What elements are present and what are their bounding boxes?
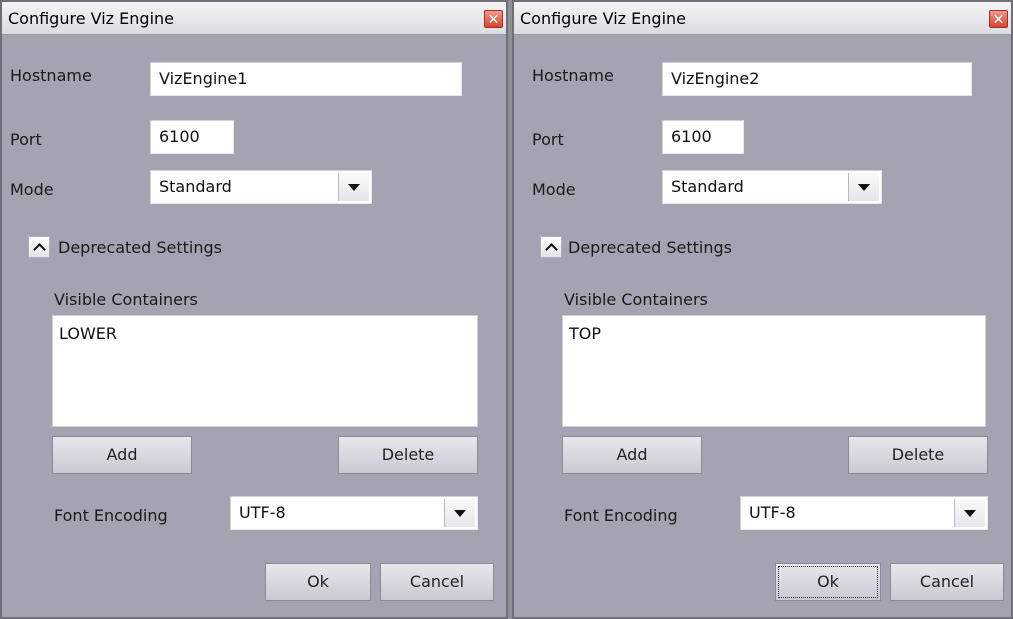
list-item[interactable]: LOWER (59, 324, 117, 343)
port-input[interactable]: 6100 (150, 120, 234, 154)
mode-select[interactable]: Standard (662, 170, 882, 204)
visible-containers-label: Visible Containers (54, 290, 198, 309)
hostname-label: Hostname (532, 66, 614, 85)
list-item[interactable]: TOP (569, 324, 601, 343)
add-button[interactable]: Add (52, 436, 192, 474)
mode-select[interactable]: Standard (150, 170, 372, 204)
collapse-toggle[interactable] (28, 236, 50, 258)
mode-label: Mode (10, 180, 54, 199)
close-icon[interactable]: ✕ (989, 10, 1008, 28)
deprecated-settings-header[interactable]: Deprecated Settings (58, 238, 222, 257)
ok-button[interactable]: Ok (775, 563, 881, 601)
font-encoding-value: UTF-8 (239, 503, 286, 522)
mode-value: Standard (159, 177, 232, 196)
configure-dialog-2: Configure Viz Engine ✕ Hostname VizEngin… (512, 0, 1013, 619)
deprecated-settings-header[interactable]: Deprecated Settings (568, 238, 732, 257)
dialog-title: Configure Viz Engine (520, 9, 686, 28)
hostname-input[interactable]: VizEngine2 (662, 62, 972, 96)
port-label: Port (532, 130, 564, 149)
cancel-button[interactable]: Cancel (380, 563, 494, 601)
chevron-up-icon (32, 242, 46, 256)
delete-button[interactable]: Delete (848, 436, 988, 474)
chevron-down-icon[interactable] (444, 499, 475, 527)
font-encoding-label: Font Encoding (564, 506, 678, 525)
title-bar[interactable]: Configure Viz Engine ✕ (2, 2, 506, 35)
chevron-up-icon (544, 242, 558, 256)
delete-button[interactable]: Delete (338, 436, 478, 474)
hostname-label: Hostname (10, 66, 92, 85)
add-button[interactable]: Add (562, 436, 702, 474)
hostname-input[interactable]: VizEngine1 (150, 62, 462, 96)
mode-value: Standard (671, 177, 744, 196)
font-encoding-select[interactable]: UTF-8 (740, 496, 988, 530)
chevron-down-icon[interactable] (848, 173, 879, 201)
font-encoding-value: UTF-8 (749, 503, 796, 522)
ok-button[interactable]: Ok (265, 563, 371, 601)
collapse-toggle[interactable] (540, 236, 562, 258)
chevron-down-icon[interactable] (954, 499, 985, 527)
containers-listbox[interactable]: TOP (562, 315, 986, 427)
visible-containers-label: Visible Containers (564, 290, 708, 309)
close-icon[interactable]: ✕ (484, 10, 503, 28)
font-encoding-select[interactable]: UTF-8 (230, 496, 478, 530)
chevron-down-icon[interactable] (338, 173, 369, 201)
configure-dialog-1: Configure Viz Engine ✕ Hostname VizEngin… (0, 0, 508, 619)
port-input[interactable]: 6100 (662, 120, 744, 154)
title-bar[interactable]: Configure Viz Engine ✕ (514, 2, 1011, 35)
font-encoding-label: Font Encoding (54, 506, 168, 525)
dialog-title: Configure Viz Engine (8, 9, 174, 28)
port-label: Port (10, 130, 42, 149)
mode-label: Mode (532, 180, 576, 199)
cancel-button[interactable]: Cancel (890, 563, 1004, 601)
containers-listbox[interactable]: LOWER (52, 315, 478, 427)
